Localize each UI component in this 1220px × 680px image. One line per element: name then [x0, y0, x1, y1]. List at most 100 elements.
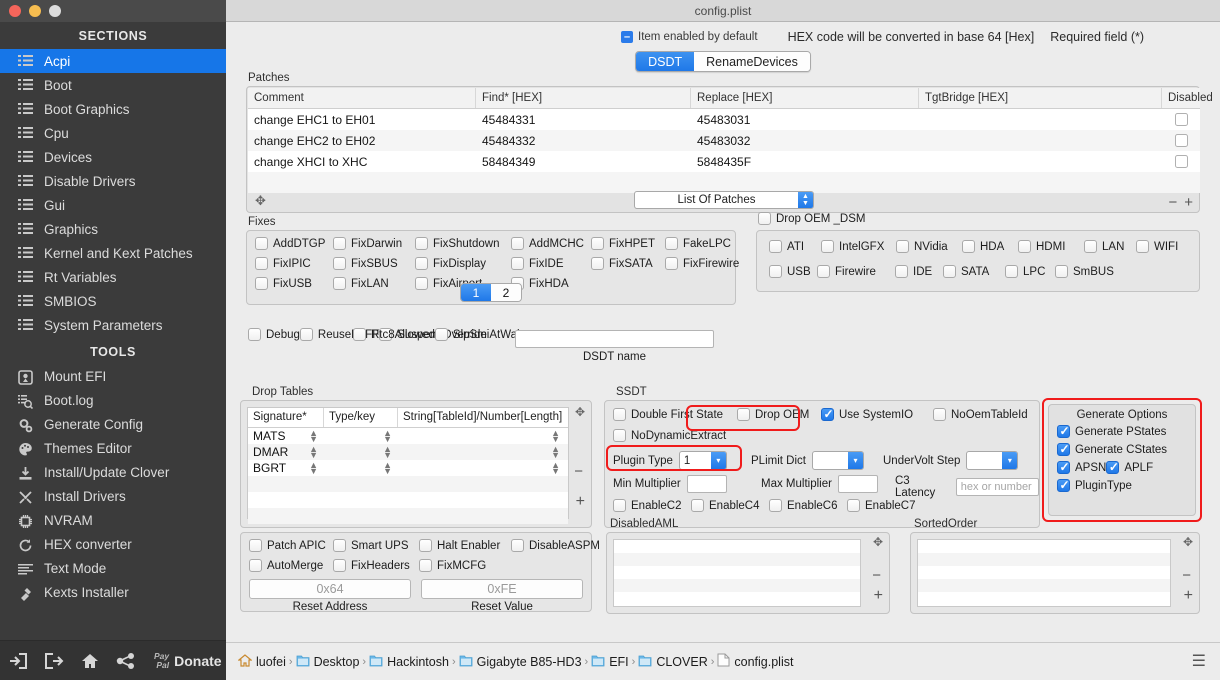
drop-tables-col-header[interactable]: Type/key — [324, 408, 398, 427]
drop-oem-dsm-checkbox[interactable] — [758, 212, 771, 225]
fix-fixsata[interactable]: FixSATA — [591, 257, 665, 270]
sorted-order-drag-handle-icon[interactable]: ✥ — [1183, 535, 1193, 549]
checkbox[interactable] — [847, 499, 860, 512]
checkbox[interactable] — [415, 277, 428, 290]
remove-sorted-order-button[interactable]: − — [1182, 567, 1191, 584]
minimize-button[interactable] — [29, 5, 41, 17]
add-sorted-order-button[interactable]: + — [1184, 587, 1193, 605]
checkbox[interactable] — [895, 265, 908, 278]
misc-debug[interactable]: Debug — [248, 328, 300, 341]
dsm-lpc[interactable]: LPC — [1005, 265, 1055, 278]
fix-fakelpc[interactable]: FakeLPC — [665, 237, 745, 250]
drop-table-row-empty[interactable] — [248, 476, 568, 492]
patches-col-header[interactable]: TgtBridge [HEX] — [919, 88, 1162, 108]
ssdt-enablec6[interactable]: EnableC6 — [769, 499, 847, 512]
tab-renamedevices[interactable]: RenameDevices — [694, 52, 810, 71]
breadcrumb-item-desktop[interactable]: Desktop — [296, 654, 359, 670]
patches-col-header[interactable]: Comment — [248, 88, 476, 108]
max-multiplier-input[interactable] — [837, 475, 878, 493]
remove-patch-button[interactable]: − — [1168, 194, 1177, 211]
checkbox[interactable] — [333, 277, 346, 290]
dsm-hda[interactable]: HDA — [962, 240, 1018, 253]
patches-col-header[interactable]: Disabled — [1162, 88, 1213, 108]
checkbox[interactable] — [255, 277, 268, 290]
breadcrumb-item-efi[interactable]: EFI — [591, 654, 629, 670]
dsm-sata[interactable]: SATA — [943, 265, 1005, 278]
checkbox[interactable] — [821, 407, 834, 421]
c3-latency-input[interactable]: hex or number — [955, 478, 1039, 496]
checkbox[interactable] — [1057, 424, 1070, 438]
stepper-icon[interactable]: ▲ ▼ — [309, 461, 318, 476]
stepper-icon[interactable]: ▲ ▼ — [309, 445, 318, 460]
list-of-patches-dropdown[interactable]: List Of Patches ▲ ▼ — [634, 191, 814, 209]
drop-table-row[interactable]: MATS ▲ ▼ ▲ ▼ ▲ ▼ — [248, 428, 568, 444]
checkbox[interactable] — [333, 257, 346, 270]
stepper-icon[interactable]: ▲ ▼ — [383, 445, 392, 460]
stepper-icon[interactable]: ▲ ▼ — [309, 429, 318, 444]
string-cell[interactable]: ▲ ▼ — [398, 461, 566, 476]
plimit-dict-dropdown[interactable]: ▾ — [811, 451, 864, 470]
checkbox[interactable] — [1005, 265, 1018, 278]
patch-disabled-checkbox[interactable] — [1174, 134, 1188, 147]
checkbox[interactable] — [333, 237, 346, 250]
remove-disabled-aml-button[interactable]: − — [872, 567, 881, 584]
signature-cell[interactable]: BGRT ▲ ▼ — [248, 461, 324, 476]
acpi-disableaspm[interactable]: DisableASPM — [511, 539, 601, 552]
sidebar-item-system-parameters[interactable]: System Parameters — [0, 313, 226, 337]
fix-fixfirewire[interactable]: FixFirewire — [665, 257, 745, 270]
tool-item-kexts-installer[interactable]: Kexts Installer — [0, 580, 226, 604]
checkbox[interactable] — [353, 328, 366, 341]
checkbox[interactable] — [591, 257, 604, 270]
import-icon[interactable] — [0, 652, 36, 670]
ssdt-enablec7[interactable]: EnableC7 — [847, 499, 925, 512]
fix-fixhda[interactable]: FixHDA — [511, 277, 591, 290]
stepper-icon[interactable]: ▲ ▼ — [551, 445, 560, 460]
signature-cell[interactable]: DMAR ▲ ▼ — [248, 445, 324, 460]
table-row[interactable]: change EHC2 to EH02 45484332 45483032 — [248, 130, 1200, 151]
checkbox[interactable] — [249, 539, 262, 552]
checkbox[interactable] — [896, 240, 909, 253]
tool-item-themes-editor[interactable]: Themes Editor — [0, 436, 226, 460]
table-row[interactable]: change XHCI to XHC 58484349 5848435F — [248, 151, 1200, 172]
ssdt-drop-oem[interactable]: Drop OEM — [737, 408, 821, 421]
undervolt-step-dropdown[interactable]: ▾ — [966, 451, 1019, 470]
reset-address-input[interactable]: 0x64 — [249, 579, 411, 599]
checkbox[interactable] — [613, 499, 626, 512]
dsm-usb[interactable]: USB — [769, 265, 817, 278]
checkbox[interactable] — [419, 539, 432, 552]
checkbox[interactable] — [665, 237, 678, 250]
dsm-smbus[interactable]: SmBUS — [1055, 265, 1121, 278]
ssdt-double-first-state[interactable]: Double First State — [613, 408, 737, 421]
patch-disabled-cell[interactable] — [1162, 134, 1200, 147]
acpi-automerge[interactable]: AutoMerge — [249, 559, 333, 572]
misc-rtc8allowed[interactable]: Rtc8Allowed — [353, 328, 435, 341]
breadcrumb-item-clover[interactable]: CLOVER — [638, 654, 708, 670]
patches-cell[interactable]: 5848435F — [691, 155, 919, 169]
checkbox[interactable] — [613, 408, 626, 421]
tab-dsdt[interactable]: DSDT — [636, 52, 695, 71]
patches-cell[interactable]: change EHC1 to EH01 — [248, 113, 476, 127]
acpi-smart-ups[interactable]: Smart UPS — [333, 539, 419, 552]
sidebar-item-devices[interactable]: Devices — [0, 145, 226, 169]
add-patch-button[interactable]: + — [1184, 194, 1193, 211]
drop-table-row[interactable]: DMAR ▲ ▼ ▲ ▼ ▲ ▼ — [248, 444, 568, 460]
drop-tables-col-header[interactable]: Signature* — [248, 408, 324, 427]
string-cell[interactable]: ▲ ▼ — [398, 429, 566, 444]
checkbox[interactable] — [255, 237, 268, 250]
patches-cell[interactable]: 45484331 — [476, 113, 691, 127]
breadcrumb-item-hackintosh[interactable]: Hackintosh — [369, 654, 449, 670]
add-disabled-aml-button[interactable]: + — [874, 587, 883, 605]
checkbox[interactable] — [415, 257, 428, 270]
patches-cell[interactable]: change XHCI to XHC — [248, 155, 476, 169]
checkbox[interactable] — [613, 429, 626, 442]
dsm-intelgfx[interactable]: IntelGFX — [821, 240, 896, 253]
sidebar-item-graphics[interactable]: Graphics — [0, 217, 226, 241]
tool-item-mount-efi[interactable]: Mount EFI — [0, 364, 226, 388]
genopt-generate-pstates[interactable]: Generate PStates — [1057, 424, 1166, 438]
checkbox[interactable] — [962, 240, 975, 253]
acpi-patch-apic[interactable]: Patch APIC — [249, 539, 333, 552]
patches-cell[interactable]: 45484332 — [476, 134, 691, 148]
drop-table-row[interactable]: BGRT ▲ ▼ ▲ ▼ ▲ ▼ — [248, 460, 568, 476]
signature-cell[interactable]: MATS ▲ ▼ — [248, 429, 324, 444]
drop-tables-drag-handle-icon[interactable]: ✥ — [575, 405, 585, 419]
